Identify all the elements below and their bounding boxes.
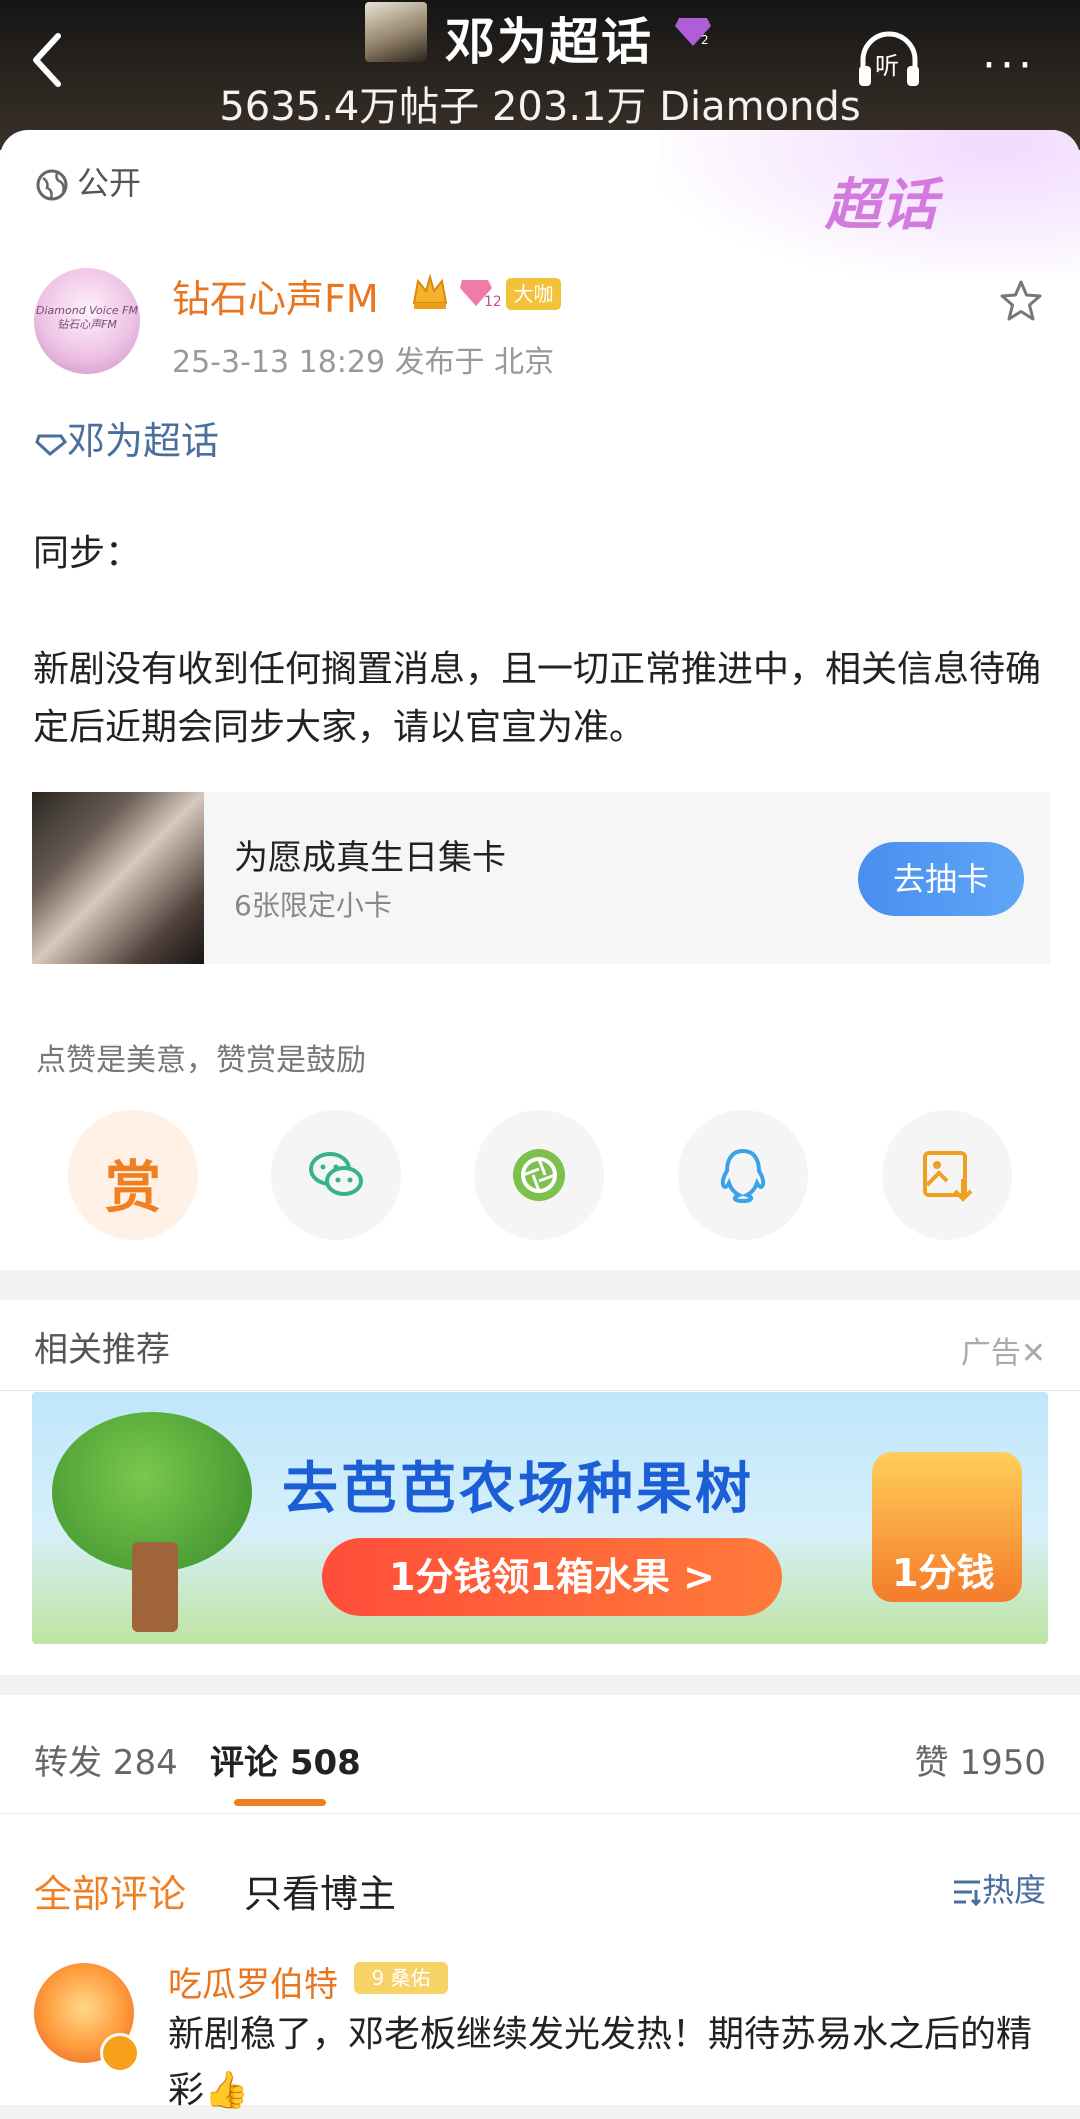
ad-close-button[interactable]: 广告✕	[961, 1328, 1046, 1372]
reward-button[interactable]: 赏	[68, 1110, 198, 1240]
author-name[interactable]: 钻石心声FM	[172, 268, 379, 323]
visibility-label: 公开	[35, 158, 141, 204]
chaohua-logo: 超话	[825, 173, 937, 238]
post-meta: 25-3-13 18:29 发布于 北京	[172, 345, 555, 380]
save-image-button[interactable]	[882, 1110, 1012, 1240]
comment-text: 新剧稳了，邓老板继续发光发热！期待苏易水之后的精彩👍	[168, 2014, 1033, 2111]
reward-label: 赏	[105, 1156, 161, 1221]
divider	[0, 1813, 1080, 1814]
collect-title: 为愿成真生日集卡	[234, 838, 506, 878]
crown-icon	[412, 273, 448, 309]
tab-indicator	[234, 1799, 326, 1806]
topic-link[interactable]: 邓为超话	[35, 410, 219, 465]
listen-button[interactable]: 听	[855, 30, 923, 90]
tree-trunk	[132, 1542, 178, 1632]
tab-repost[interactable]: 转发 284	[34, 1735, 178, 1784]
topic-thumbnail	[365, 2, 427, 62]
tab-comment[interactable]: 评论 508	[210, 1735, 361, 1784]
verified-icon	[100, 2033, 140, 2073]
collect-subtitle: 6张限定小卡	[234, 889, 392, 922]
filter-all-comments[interactable]: 全部评论	[34, 1863, 186, 1918]
sort-icon	[953, 1880, 982, 1907]
collect-card[interactable]: 为愿成真生日集卡 6张限定小卡 去抽卡	[32, 792, 1050, 964]
diamond-level-icon: 2	[675, 18, 711, 47]
fan-badge: 9 桑佑	[354, 1962, 448, 1994]
topic-header: 邓为超话 2 5635.4万帖子 203.1万 Diamonds 听 ···	[0, 0, 1080, 150]
level-gem-icon: 12	[460, 280, 500, 310]
ad-banner[interactable]: 去芭芭农场种果树 1分钱领1箱水果 > 1分钱	[32, 1392, 1048, 1644]
svg-text:12: 12	[484, 294, 500, 310]
qq-share-button[interactable]	[678, 1110, 808, 1240]
comments-section: 转发 284 评论 508 赞 1950 全部评论 只看博主 热度 吃瓜罗伯特 …	[0, 1695, 1080, 2111]
draw-card-button[interactable]: 去抽卡	[858, 842, 1024, 916]
topic-link-text: 邓为超话	[67, 419, 220, 463]
visibility-text: 公开	[77, 164, 142, 202]
collect-image	[32, 792, 204, 964]
share-row: 赏	[68, 1110, 1012, 1240]
wechat-icon	[309, 1152, 363, 1196]
recommend-title: 相关推荐	[34, 1330, 170, 1370]
ad-price: 1分钱	[892, 1551, 995, 1595]
wechat-share-button[interactable]	[271, 1110, 401, 1240]
post-line-2: 新剧没有收到任何搁置消息，且一切正常推进中，相关信息待确定后近期会同步大家，请以…	[33, 649, 1042, 748]
topic-title: 邓为超话	[445, 13, 653, 71]
ad-headline: 去芭芭农场种果树	[282, 1457, 754, 1522]
vip-badge: 大咖	[506, 278, 561, 310]
recommend-section: 相关推荐 广告✕ 去芭芭农场种果树 1分钱领1箱水果 > 1分钱	[0, 1300, 1080, 1675]
globe-icon	[36, 169, 68, 201]
moments-icon	[513, 1149, 565, 1201]
post-line-1: 同步：	[33, 533, 142, 574]
diamond-icon	[35, 434, 68, 456]
author-avatar[interactable]: Diamond Voice FM 钻石心声FM	[34, 268, 140, 374]
praise-hint: 点赞是美意，赞赏是鼓励	[36, 1043, 366, 1078]
star-icon[interactable]	[998, 278, 1044, 324]
svg-text:2: 2	[701, 33, 709, 47]
image-download-icon	[923, 1151, 973, 1202]
more-button[interactable]: ···	[982, 40, 1036, 91]
post-body: 同步： 新剧没有收到任何搁置消息，且一切正常推进中，相关信息待确定后近期会同步大…	[33, 525, 1051, 757]
ad-cta-button[interactable]: 1分钱领1箱水果 >	[322, 1538, 782, 1616]
moments-share-button[interactable]	[474, 1110, 604, 1240]
svg-text:听: 听	[875, 52, 899, 80]
filter-host-only[interactable]: 只看博主	[244, 1863, 396, 1918]
sort-button[interactable]: 热度	[952, 1865, 1046, 1911]
qq-icon	[720, 1148, 766, 1204]
divider	[0, 1390, 1080, 1391]
headphones-icon: 听	[859, 31, 919, 86]
sort-label: 热度	[981, 1871, 1046, 1909]
avatar-text: Diamond Voice FM 钻石心声FM	[36, 304, 138, 331]
comment-username[interactable]: 吃瓜罗伯特	[168, 1957, 338, 2006]
post-spacer	[33, 583, 1051, 641]
tab-like[interactable]: 赞 1950	[915, 1735, 1046, 1784]
